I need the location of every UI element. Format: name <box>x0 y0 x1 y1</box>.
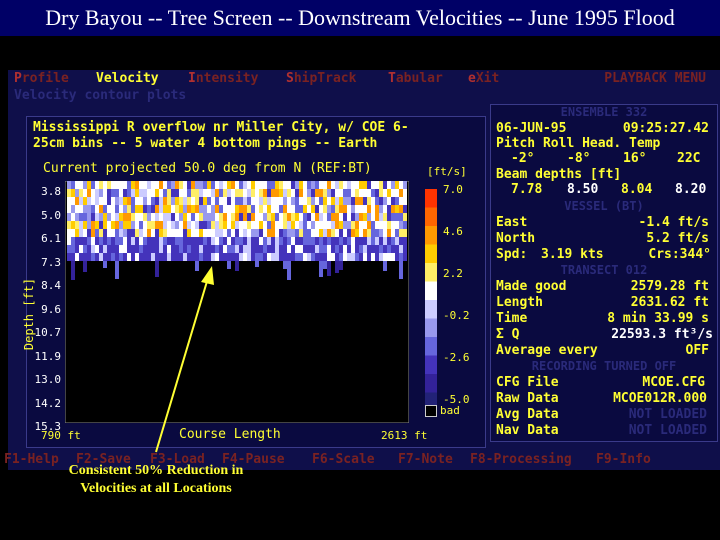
annotation-arrow <box>155 266 214 453</box>
annotation-text: Consistent 50% Reduction in Velocities a… <box>68 463 244 496</box>
